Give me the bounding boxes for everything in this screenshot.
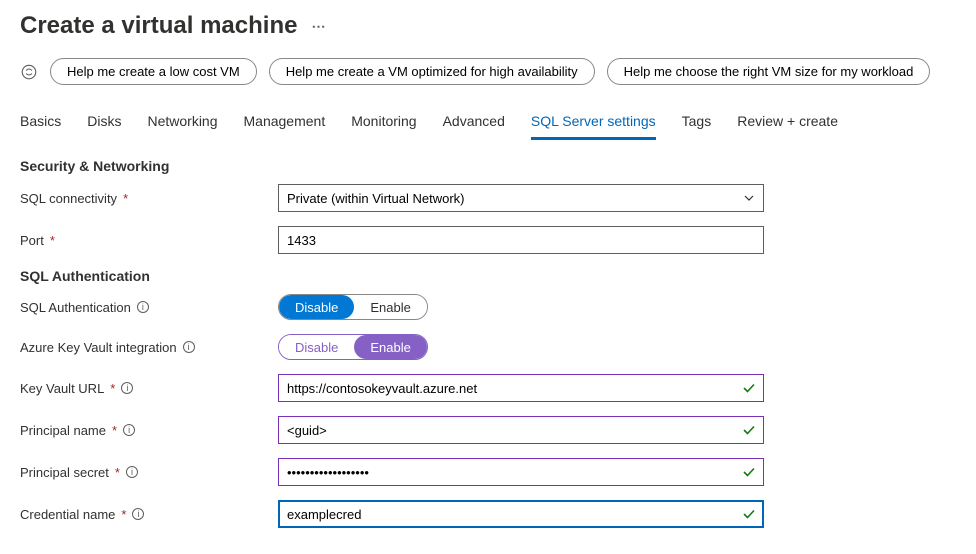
label-port: Port* [20,233,278,248]
tab-disks[interactable]: Disks [87,109,121,140]
sql-connectivity-select[interactable]: Private (within Virtual Network) [278,184,764,212]
tab-basics[interactable]: Basics [20,109,61,140]
info-icon[interactable]: i [183,341,195,353]
tab-monitoring[interactable]: Monitoring [351,109,416,140]
sql-auth-toggle: Disable Enable [278,294,428,320]
copilot-icon [20,63,38,81]
suggestion-high-availability[interactable]: Help me create a VM optimized for high a… [269,58,595,85]
tab-tags[interactable]: Tags [682,109,712,140]
sql-auth-enable[interactable]: Enable [354,295,426,319]
tab-management[interactable]: Management [244,109,326,140]
akv-enable[interactable]: Enable [354,335,426,359]
label-credential-name: Credential name* i [20,507,278,522]
principal-name-input[interactable] [278,416,764,444]
page-title-text: Create a virtual machine [20,12,297,40]
port-input[interactable] [278,226,764,254]
suggestion-low-cost[interactable]: Help me create a low cost VM [50,58,257,85]
section-sql-authentication: SQL Authentication [20,268,956,284]
label-key-vault-url: Key Vault URL* i [20,381,278,396]
principal-secret-input[interactable] [278,458,764,486]
info-icon[interactable]: i [123,424,135,436]
page-title: Create a virtual machine ⋯ [20,12,956,40]
label-principal-secret: Principal secret* i [20,465,278,480]
credential-name-input[interactable] [278,500,764,528]
info-icon[interactable]: i [132,508,144,520]
info-icon[interactable]: i [126,466,138,478]
info-icon[interactable]: i [137,301,149,313]
label-sql-connectivity: SQL connectivity* [20,191,278,206]
tab-networking[interactable]: Networking [147,109,217,140]
key-vault-url-input[interactable] [278,374,764,402]
section-security-networking: Security & Networking [20,158,956,174]
copilot-suggestions: Help me create a low cost VM Help me cre… [20,58,956,85]
more-icon[interactable]: ⋯ [311,18,325,35]
tab-advanced[interactable]: Advanced [443,109,505,140]
suggestion-right-size[interactable]: Help me choose the right VM size for my … [607,58,931,85]
tabs: Basics Disks Networking Management Monit… [20,109,956,140]
tab-sql-server-settings[interactable]: SQL Server settings [531,109,656,140]
tab-review-create[interactable]: Review + create [737,109,838,140]
akv-disable[interactable]: Disable [279,335,354,359]
label-principal-name: Principal name* i [20,423,278,438]
sql-auth-disable[interactable]: Disable [279,295,354,319]
label-akv-integration: Azure Key Vault integration i [20,340,278,355]
akv-toggle: Disable Enable [278,334,428,360]
info-icon[interactable]: i [121,382,133,394]
label-sql-authentication: SQL Authentication i [20,300,278,315]
